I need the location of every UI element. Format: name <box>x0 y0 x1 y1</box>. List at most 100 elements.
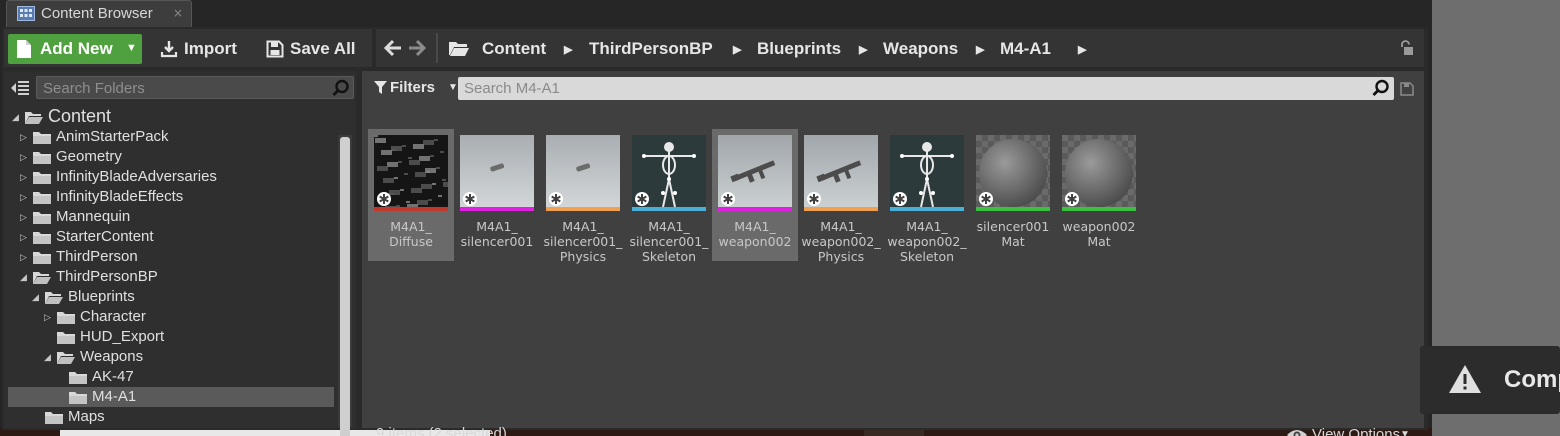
asset-tile[interactable]: silencer001 Mat <box>970 129 1056 261</box>
asset-name: weapon002 Mat <box>1062 219 1136 249</box>
crumb-arrow-icon[interactable]: ▶ <box>1078 43 1086 56</box>
crumb-content[interactable]: Content <box>482 39 546 59</box>
crumb-arrow-icon[interactable]: ▶ <box>564 43 572 56</box>
asset-type-strip <box>976 207 1050 211</box>
tree-folder-label: Blueprints <box>68 288 135 305</box>
import-button[interactable]: Import <box>154 34 254 64</box>
tree-folder-item[interactable]: ◢ ThirdPersonBP <box>8 267 334 287</box>
crumb-weapons[interactable]: Weapons <box>883 39 958 59</box>
tree-folder-label: ThirdPerson <box>56 248 138 265</box>
asset-type-strip <box>546 207 620 211</box>
asset-tile[interactable]: M4A1_ weapon002 <box>712 129 798 261</box>
tree-folder-label: HUD_Export <box>80 328 165 345</box>
tree-folder-item[interactable]: AK-47 <box>8 367 334 387</box>
tree-folder-item[interactable]: ▷ StarterContent <box>8 227 334 247</box>
tree-folder-item[interactable]: ◢ Content <box>8 107 334 127</box>
content-browser-icon <box>17 6 35 21</box>
asset-name: M4A1_ weapon002 <box>718 219 792 249</box>
sources-panel-toggle-icon[interactable] <box>10 79 30 101</box>
asset-type-strip <box>632 207 706 211</box>
tree-folder-item[interactable]: ▷ Mannequin <box>8 207 334 227</box>
expand-arrow-icon[interactable]: ▷ <box>44 312 51 323</box>
search-icon[interactable] <box>332 79 350 101</box>
chevron-down-icon: ▼ <box>1400 429 1410 436</box>
expand-arrow-icon[interactable]: ▷ <box>20 172 27 183</box>
expand-arrow-icon[interactable]: ▷ <box>20 252 27 263</box>
close-icon[interactable]: × <box>173 6 183 20</box>
tree-folder-item[interactable]: Maps <box>8 407 334 427</box>
asset-name: silencer001 Mat <box>976 219 1050 249</box>
navigation-bar: Content ▶ ThirdPersonBP ▶ Blueprints ▶ W… <box>376 29 1424 67</box>
crumb-m4-a1[interactable]: M4-A1 <box>1000 39 1051 59</box>
unsaved-asterisk-icon <box>720 191 736 207</box>
collapse-arrow-icon[interactable]: ◢ <box>20 272 27 283</box>
folder-search-input[interactable] <box>43 79 323 97</box>
folder-icon <box>44 410 64 427</box>
unsaved-asterisk-icon <box>892 191 908 207</box>
crumb-blueprints[interactable]: Blueprints <box>757 39 841 59</box>
unsaved-asterisk-icon <box>978 191 994 207</box>
save-icon <box>266 40 284 63</box>
tree-scrollbar-thumb[interactable] <box>340 137 350 436</box>
crumb-arrow-icon[interactable]: ▶ <box>733 43 741 56</box>
asset-tile[interactable]: M4A1_ weapon002_ Physics <box>798 129 884 264</box>
save-search-icon[interactable] <box>1400 81 1414 100</box>
asset-tile[interactable]: M4A1_ silencer001 <box>454 129 540 261</box>
unsaved-asterisk-icon <box>806 191 822 207</box>
lock-icon[interactable] <box>1398 40 1414 60</box>
import-icon <box>160 40 178 63</box>
asset-search-input[interactable] <box>464 79 1344 97</box>
tree-folder-item[interactable]: ▷ InfinityBladeEffects <box>8 187 334 207</box>
tree-folder-item[interactable]: ▷ Character <box>8 307 334 327</box>
asset-tile[interactable]: weapon002 Mat <box>1056 129 1142 261</box>
asset-name: M4A1_ weapon002_ Skeleton <box>887 219 967 264</box>
expand-arrow-icon[interactable]: ▷ <box>20 232 27 243</box>
asset-view-panel: Filters ▼ M4A1_ Diffuse M4A1_ silencer001… <box>362 71 1424 436</box>
new-document-icon <box>16 39 32 64</box>
tree-folder-item[interactable]: ▷ AnimStarterPack <box>8 127 334 147</box>
filter-funnel-icon <box>374 81 387 98</box>
notification-toast[interactable]: Comp <box>1420 346 1560 414</box>
tree-folder-item[interactable]: ▷ Geometry <box>8 147 334 167</box>
forward-arrow-icon[interactable] <box>406 37 428 59</box>
asset-type-strip <box>374 207 448 211</box>
tab-content-browser[interactable]: Content Browser × <box>6 0 192 27</box>
tree-folder-item[interactable]: ◢ Blueprints <box>8 287 334 307</box>
add-new-button[interactable]: Add New ▼ <box>8 34 142 64</box>
crumb-thirdpersonbp[interactable]: ThirdPersonBP <box>589 39 713 59</box>
import-label: Import <box>184 39 237 58</box>
expand-arrow-icon[interactable]: ▷ <box>20 132 27 143</box>
tree-folder-item[interactable]: HUD_Export <box>8 327 334 347</box>
tree-folder-item[interactable]: ▷ ThirdPerson <box>8 247 334 267</box>
toolbar-actions: Add New ▼ Import Save All <box>4 29 372 67</box>
tree-folder-item[interactable]: ◢ Weapons <box>8 347 334 367</box>
expand-arrow-icon[interactable]: ▷ <box>20 192 27 203</box>
warning-icon <box>1448 364 1482 398</box>
unsaved-asterisk-icon <box>1064 191 1080 207</box>
tree-folder-item[interactable]: ▷ InfinityBladeAdversaries <box>8 167 334 187</box>
crumb-arrow-icon[interactable]: ▶ <box>976 43 984 56</box>
asset-type-strip <box>890 207 964 211</box>
asset-type-strip <box>460 207 534 211</box>
tree-folder-label: Maps <box>68 408 105 425</box>
search-icon[interactable] <box>1372 79 1390 101</box>
back-arrow-icon[interactable] <box>382 37 404 59</box>
asset-tile[interactable]: M4A1_ silencer001_ Physics <box>540 129 626 264</box>
chevron-down-icon: ▼ <box>126 42 137 54</box>
collapse-arrow-icon[interactable]: ◢ <box>32 292 39 303</box>
tree-folder-label: Content <box>48 107 112 126</box>
asset-tile[interactable]: M4A1_ weapon002_ Skeleton <box>884 129 970 264</box>
asset-tile[interactable]: M4A1_ silencer001_ Skeleton <box>626 129 712 264</box>
save-all-label: Save All <box>290 39 356 58</box>
expand-arrow-icon[interactable]: ▷ <box>20 212 27 223</box>
asset-name: M4A1_ silencer001_ Skeleton <box>629 219 709 264</box>
collapse-arrow-icon[interactable]: ◢ <box>12 112 19 123</box>
crumb-arrow-icon[interactable]: ▶ <box>859 43 867 56</box>
collapse-arrow-icon[interactable]: ◢ <box>44 352 51 363</box>
tree-folder-label: Character <box>80 308 146 325</box>
save-all-button[interactable]: Save All <box>262 34 370 64</box>
asset-tile[interactable]: M4A1_ Diffuse <box>368 129 454 261</box>
tree-folder-label: AK-47 <box>92 368 134 385</box>
expand-arrow-icon[interactable]: ▷ <box>20 152 27 163</box>
tree-folder-item[interactable]: M4-A1 <box>8 387 334 407</box>
